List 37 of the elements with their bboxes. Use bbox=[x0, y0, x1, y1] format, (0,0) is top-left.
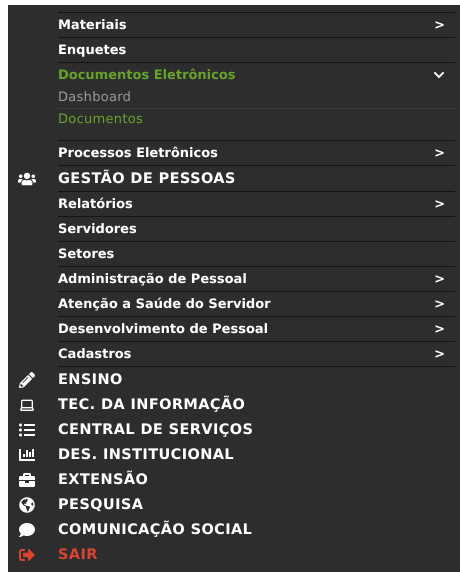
menu-section[interactable]: PESQUISA bbox=[58, 496, 144, 512]
logout-icon bbox=[18, 546, 36, 562]
users-icon bbox=[18, 170, 36, 186]
submenu-arrow: > bbox=[434, 296, 445, 312]
menu-item[interactable]: Servidores bbox=[58, 222, 137, 236]
menu-item[interactable]: Atenção a Saúde do Servidor bbox=[58, 296, 271, 312]
menu-section[interactable]: CENTRAL DE SERVIÇOS bbox=[58, 422, 254, 438]
submenu-arrow: > bbox=[434, 272, 445, 286]
menu-section[interactable]: COMUNICAÇÃO SOCIAL bbox=[58, 522, 252, 538]
menu-section[interactable]: TEC. DA INFORMAÇÃO bbox=[58, 396, 246, 412]
menu-section[interactable]: EXTENSÃO bbox=[58, 472, 148, 488]
bar-chart-icon bbox=[18, 446, 36, 462]
submenu-arrow: > bbox=[434, 346, 445, 362]
submenu-arrow: > bbox=[434, 18, 445, 32]
speech-bubble-icon bbox=[18, 522, 36, 538]
list-icon bbox=[18, 422, 36, 438]
menu-item[interactable]: Setores bbox=[58, 246, 114, 262]
menu-item[interactable]: Enquetes bbox=[58, 42, 126, 58]
menu-item[interactable]: Administração de Pessoal bbox=[58, 272, 247, 286]
menu-item[interactable]: Processos Eletrônicos bbox=[58, 146, 218, 160]
submenu-arrow: > bbox=[434, 322, 445, 336]
submenu-arrow: > bbox=[434, 146, 445, 160]
submenu-item[interactable]: Dashboard bbox=[58, 87, 455, 109]
menu-item[interactable]: Cadastros bbox=[58, 346, 132, 362]
menu-item[interactable]: Materiais bbox=[58, 18, 127, 32]
menu-section[interactable]: DES. INSTITUCIONAL bbox=[58, 446, 234, 462]
menu-item[interactable]: Relatórios bbox=[58, 196, 133, 212]
menu-item[interactable]: Documentos Eletrônicos bbox=[58, 68, 236, 82]
menu-section[interactable]: ENSINO bbox=[58, 372, 123, 388]
submenu-item[interactable]: Documentos bbox=[58, 109, 455, 130]
menu-section[interactable]: GESTÃO DE PESSOAS bbox=[58, 170, 236, 186]
globe-icon bbox=[18, 496, 36, 512]
submenu-arrow: > bbox=[434, 196, 445, 212]
menu-item[interactable]: Desenvolvimento de Pessoal bbox=[58, 322, 268, 336]
laptop-icon bbox=[18, 396, 36, 412]
briefcase-icon bbox=[18, 472, 36, 488]
pencil-icon bbox=[18, 372, 36, 388]
